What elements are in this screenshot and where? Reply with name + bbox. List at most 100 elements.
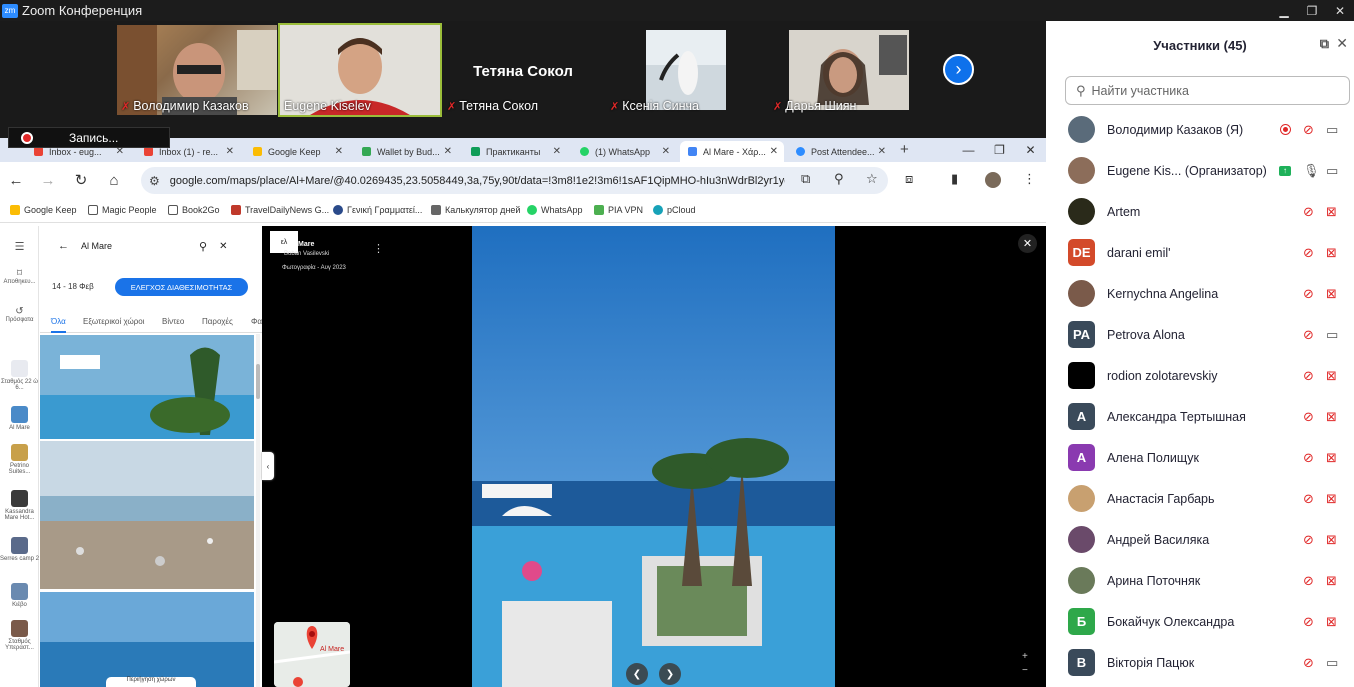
minimize-icon[interactable]: — xyxy=(953,138,984,162)
install-app-icon[interactable]: ⧉ xyxy=(801,171,810,187)
rail-recent-place[interactable]: Kassandra Mare Hot... xyxy=(0,490,39,521)
bookmark-item[interactable]: Google Keep xyxy=(10,205,77,215)
minimize-icon[interactable]: ▁ xyxy=(1270,0,1298,21)
participant-row[interactable]: В Вікторія Пацюк ⊘ ▭ xyxy=(1046,642,1354,683)
search-input[interactable]: Al Mare xyxy=(81,241,199,251)
menu-kebab-icon[interactable]: ⋮ xyxy=(1023,171,1036,187)
close-tab-icon[interactable]: ✕ xyxy=(878,146,886,157)
url-text[interactable]: google.com/maps/place/Al+Mare/@40.026943… xyxy=(170,175,785,187)
tab-more[interactable]: Φα xyxy=(251,317,262,326)
video-off-icon[interactable]: ⊠ xyxy=(1326,204,1337,220)
pop-out-icon[interactable]: ⧉ xyxy=(1320,36,1329,52)
tab-exterior[interactable]: Εξωτερικοί χώροι xyxy=(83,317,144,326)
address-bar[interactable]: ⚙ google.com/maps/place/Al+Mare/@40.0269… xyxy=(141,167,888,194)
back-button[interactable]: ← xyxy=(6,170,26,190)
close-icon[interactable]: ✕ xyxy=(1326,0,1354,21)
close-tab-icon[interactable]: ✕ xyxy=(335,146,343,157)
video-off-icon[interactable]: ⊠ xyxy=(1326,614,1337,630)
zoom-out-icon[interactable]: − xyxy=(1022,664,1028,678)
mic-off-icon[interactable]: ⊘ xyxy=(1303,368,1314,384)
mic-off-icon[interactable]: ⊘ xyxy=(1303,655,1314,671)
collapse-panel-button[interactable]: ‹ xyxy=(262,452,274,480)
video-icon[interactable]: ▭ xyxy=(1326,122,1338,138)
photo-thumbnail[interactable] xyxy=(40,441,254,589)
home-button[interactable]: ⌂ xyxy=(104,170,124,190)
browser-tab-active[interactable]: Al Mare - Χάρ... ✕ xyxy=(680,141,784,162)
zoom-in-icon[interactable]: + xyxy=(1022,650,1028,664)
participant-search[interactable]: ⚲ Найти участника xyxy=(1065,76,1350,105)
video-off-icon[interactable]: ⊠ xyxy=(1326,450,1337,466)
mic-off-icon[interactable]: ⊘ xyxy=(1303,245,1314,261)
video-off-icon[interactable]: ⊠ xyxy=(1326,368,1337,384)
video-icon[interactable]: ▭ xyxy=(1326,327,1338,343)
mic-off-icon[interactable]: ⊘ xyxy=(1303,204,1314,220)
mic-off-icon[interactable]: ⊘ xyxy=(1303,532,1314,548)
participant-row[interactable]: Андрей Василяка ⊘ ⊠ xyxy=(1046,519,1354,560)
mic-off-icon[interactable]: ⊘ xyxy=(1303,491,1314,507)
browser-tab[interactable]: Wallet by Bud... ✕ xyxy=(354,141,458,162)
reload-button[interactable]: ↻ xyxy=(71,170,91,190)
rail-recent[interactable]: ↺ Πρόσφατα xyxy=(0,306,39,323)
participant-row[interactable]: Володимир Казаков (Я) ⊘ ▭ xyxy=(1046,109,1354,150)
next-photo-button[interactable]: ❯ xyxy=(659,663,681,685)
bookmark-item[interactable]: Book2Go xyxy=(168,205,220,215)
bookmark-item[interactable]: WhatsApp xyxy=(527,205,583,215)
video-off-icon[interactable]: ⊠ xyxy=(1326,491,1337,507)
back-arrow-icon[interactable]: ← xyxy=(58,240,69,252)
rail-recent-place[interactable]: Al Mare xyxy=(0,406,39,431)
mic-off-icon[interactable]: ⊘ xyxy=(1303,327,1314,343)
bookmark-item[interactable]: Magic People xyxy=(88,205,157,215)
rail-recent-place[interactable]: Σταθμός 22 ώ 6... xyxy=(0,360,39,391)
side-panel-icon[interactable]: ▮ xyxy=(951,171,958,187)
participant-row[interactable]: Арина Поточняк ⊘ ⊠ xyxy=(1046,560,1354,601)
close-tab-icon[interactable]: ✕ xyxy=(226,146,234,157)
video-tile[interactable]: Eugene Kiselev xyxy=(278,23,442,117)
next-page-button[interactable]: › xyxy=(943,54,974,85)
rail-saved[interactable]: ⌑ Αποθηκευ... xyxy=(0,268,39,285)
close-tab-icon[interactable]: ✕ xyxy=(662,146,670,157)
participant-row[interactable]: Kernychna Angelina ⊘ ⊠ xyxy=(1046,273,1354,314)
more-photos-pill[interactable]: Περιήγηση χώρων xyxy=(106,677,196,687)
rail-recent-place[interactable]: Serres camp 2 xyxy=(0,537,39,562)
browser-tab[interactable]: Google Keep ✕ xyxy=(245,141,349,162)
video-tile[interactable]: Тетяна Сокол ✗ Тетяна Сокол xyxy=(443,25,603,115)
bookmark-item[interactable]: Калькулятор дней xyxy=(431,205,520,215)
video-icon[interactable]: ▭ xyxy=(1326,655,1338,671)
mic-icon[interactable]: 🎙 xyxy=(1303,163,1320,179)
mic-off-icon[interactable]: ⊘ xyxy=(1303,286,1314,302)
tab-all[interactable]: Όλα xyxy=(51,317,66,333)
tab-amenities[interactable]: Παροχές xyxy=(202,317,233,326)
bookmark-item[interactable]: TravelDailyNews G... xyxy=(231,205,329,215)
forward-button[interactable]: → xyxy=(38,170,58,190)
stay-dates[interactable]: 14 - 18 Φεβ xyxy=(52,282,94,291)
extensions-icon[interactable]: ⧈ xyxy=(905,171,913,187)
browser-tab[interactable]: (1) WhatsApp ✕ xyxy=(572,141,676,162)
check-availability-button[interactable]: ΕΛΕΓΧΟΣ ΔΙΑΘΕΣΙΜΟΤΗΤΑΣ xyxy=(115,278,248,296)
close-viewer-button[interactable]: ✕ xyxy=(1018,234,1037,253)
close-tab-icon[interactable]: ✕ xyxy=(553,146,561,157)
participant-row[interactable]: A Алена Полищук ⊘ ⊠ xyxy=(1046,437,1354,478)
tab-video[interactable]: Βίντεο xyxy=(162,317,184,326)
rail-recent-place[interactable]: Σταθμός Υπεραστ... xyxy=(0,620,39,651)
close-tab-icon[interactable]: ✕ xyxy=(770,146,778,157)
bookmark-star-icon[interactable]: ☆ xyxy=(866,171,878,187)
video-tile[interactable]: ✗ Дарья Шиян xyxy=(769,25,929,115)
participant-row[interactable]: A Александра Тертышная ⊘ ⊠ xyxy=(1046,396,1354,437)
participant-row[interactable]: Б Бокайчук Олександра ⊘ ⊠ xyxy=(1046,601,1354,642)
restore-icon[interactable]: ❐ xyxy=(984,138,1015,162)
menu-icon[interactable]: ☰ xyxy=(0,240,39,253)
mic-off-icon[interactable]: ⊘ xyxy=(1303,122,1314,138)
site-settings-icon[interactable]: ⚙ xyxy=(149,174,160,188)
mic-off-icon[interactable]: ⊘ xyxy=(1303,450,1314,466)
more-options-icon[interactable]: ⋮ xyxy=(373,242,384,255)
maps-search[interactable]: ← Al Mare ⚲ ✕ xyxy=(48,234,252,258)
mic-off-icon[interactable]: ⊘ xyxy=(1303,614,1314,630)
recording-indicator[interactable]: Запись... xyxy=(8,127,170,148)
photo-thumbnail[interactable] xyxy=(40,335,254,439)
panel-scrollbar[interactable] xyxy=(256,334,260,687)
video-tile[interactable]: ✗ Володимир Казаков xyxy=(117,25,277,115)
video-off-icon[interactable]: ⊠ xyxy=(1326,409,1337,425)
new-tab-button[interactable]: + xyxy=(900,141,909,158)
photo-thumbnail[interactable]: Περιήγηση χώρων xyxy=(40,592,254,687)
close-tab-icon[interactable]: ✕ xyxy=(444,146,452,157)
